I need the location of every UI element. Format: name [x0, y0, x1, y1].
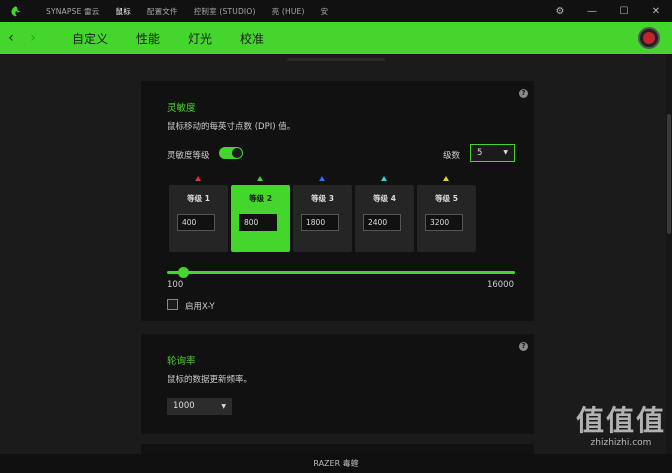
dpi-slider-handle[interactable]	[177, 267, 189, 278]
levels-label: 级数	[443, 151, 461, 161]
dpi-stage-input[interactable]: 400	[177, 214, 215, 231]
polling-title: 轮询率	[167, 356, 196, 367]
sensitivity-card: ? 灵敏度 鼠标移动的每英寸点数 (DPI) 值。 灵敏度等级 级数 5 ▼ 等…	[141, 81, 534, 321]
top-tab-security[interactable]: 安	[321, 6, 329, 17]
watermark-url: zhizhizhi.com	[590, 438, 652, 448]
polling-rate-value: 1000	[173, 401, 195, 411]
device-footer: RAZER 毒蝰	[0, 454, 672, 473]
stage-color-indicator	[443, 176, 449, 181]
stage-color-indicator	[381, 176, 387, 181]
top-tab-hue[interactable]: 亮 (HUE)	[272, 6, 305, 17]
dpi-stage-input[interactable]: 800	[239, 214, 277, 231]
dpi-stage-2[interactable]: 等级 2 800	[231, 185, 290, 252]
dpi-stage-3[interactable]: 等级 3 1800	[293, 185, 352, 252]
dpi-stage-input[interactable]: 2400	[363, 214, 401, 231]
minimize-icon[interactable]: —	[576, 6, 608, 17]
polling-rate-dropdown[interactable]: 1000 ▼	[167, 398, 232, 415]
settings-gear-icon[interactable]: ⚙	[544, 6, 576, 17]
top-tab-profiles[interactable]: 配置文件	[147, 6, 178, 17]
watermark: 值值值 zhizhizhi.com	[576, 404, 666, 448]
dpi-slider-min: 100	[167, 280, 184, 290]
dpi-stage-1[interactable]: 等级 1 400	[169, 185, 228, 252]
razer-logo-icon	[0, 0, 30, 22]
dpi-stage-input[interactable]: 1800	[301, 214, 339, 231]
maximize-icon[interactable]: ☐	[608, 6, 640, 17]
enable-xy-checkbox[interactable]	[167, 299, 178, 310]
dpi-slider-max: 16000	[486, 280, 514, 290]
scroll-top-indicator	[287, 58, 385, 61]
profile-avatar[interactable]	[638, 27, 660, 49]
avatar-image	[643, 32, 655, 44]
dpi-stage-title: 等级 2	[249, 194, 272, 203]
polling-description: 鼠标的数据更新频率。	[167, 375, 253, 385]
stage-color-indicator	[195, 176, 201, 181]
top-tab-synapse[interactable]: SYNAPSE 雷云	[46, 6, 100, 17]
chevron-down-icon: ▼	[221, 403, 226, 410]
sub-nav-bar: ‹ › 自定义 性能 灯光 校准	[0, 22, 672, 54]
tab-performance[interactable]: 性能	[136, 30, 160, 47]
polling-card: ? 轮询率 鼠标的数据更新频率。 1000 ▼	[141, 334, 534, 434]
sensitivity-description: 鼠标移动的每英寸点数 (DPI) 值。	[167, 122, 296, 132]
help-icon[interactable]: ?	[519, 89, 528, 98]
scrollbar-thumb[interactable]	[667, 114, 671, 234]
dpi-stage-title: 等级 5	[435, 194, 458, 203]
help-icon[interactable]: ?	[519, 342, 528, 351]
dpi-stage-title: 等级 3	[311, 194, 334, 203]
toggle-knob	[232, 148, 242, 158]
levels-value: 5	[477, 148, 483, 158]
sensitivity-stages-label: 灵敏度等级	[167, 151, 210, 161]
title-bar: SYNAPSE 雷云 鼠标 配置文件 控制室 (STUDIO) 亮 (HUE) …	[0, 0, 672, 22]
levels-dropdown[interactable]: 5 ▼	[470, 144, 515, 162]
top-tab-studio[interactable]: 控制室 (STUDIO)	[194, 6, 256, 17]
dpi-stage-input[interactable]: 3200	[425, 214, 463, 231]
watermark-logo: 值值值	[575, 404, 666, 437]
sensitivity-title: 灵敏度	[167, 103, 196, 114]
dpi-stage-4[interactable]: 等级 4 2400	[355, 185, 414, 252]
enable-xy-label: 启用X-Y	[185, 302, 215, 312]
dpi-stage-title: 等级 1	[187, 194, 210, 203]
stage-color-indicator	[319, 176, 325, 181]
tab-calibration[interactable]: 校准	[240, 30, 264, 47]
tab-lighting[interactable]: 灯光	[188, 30, 212, 47]
window-controls: ⚙ — ☐ ✕	[544, 0, 672, 22]
stage-color-indicator	[257, 176, 263, 181]
top-nav: SYNAPSE 雷云 鼠标 配置文件 控制室 (STUDIO) 亮 (HUE) …	[30, 0, 328, 22]
tab-customize[interactable]: 自定义	[72, 30, 108, 47]
dpi-stage-5[interactable]: 等级 5 3200	[417, 185, 476, 252]
sensitivity-stages-toggle[interactable]	[219, 147, 243, 159]
dpi-stage-title: 等级 4	[373, 194, 396, 203]
dpi-slider-track[interactable]	[167, 271, 515, 274]
back-arrow-icon[interactable]: ‹	[0, 30, 22, 46]
top-tab-mouse[interactable]: 鼠标	[116, 6, 131, 17]
scrollbar[interactable]	[666, 54, 672, 454]
close-icon[interactable]: ✕	[640, 6, 672, 17]
next-card	[141, 444, 534, 454]
forward-arrow-icon[interactable]: ›	[22, 30, 44, 46]
chevron-down-icon: ▼	[503, 149, 508, 156]
